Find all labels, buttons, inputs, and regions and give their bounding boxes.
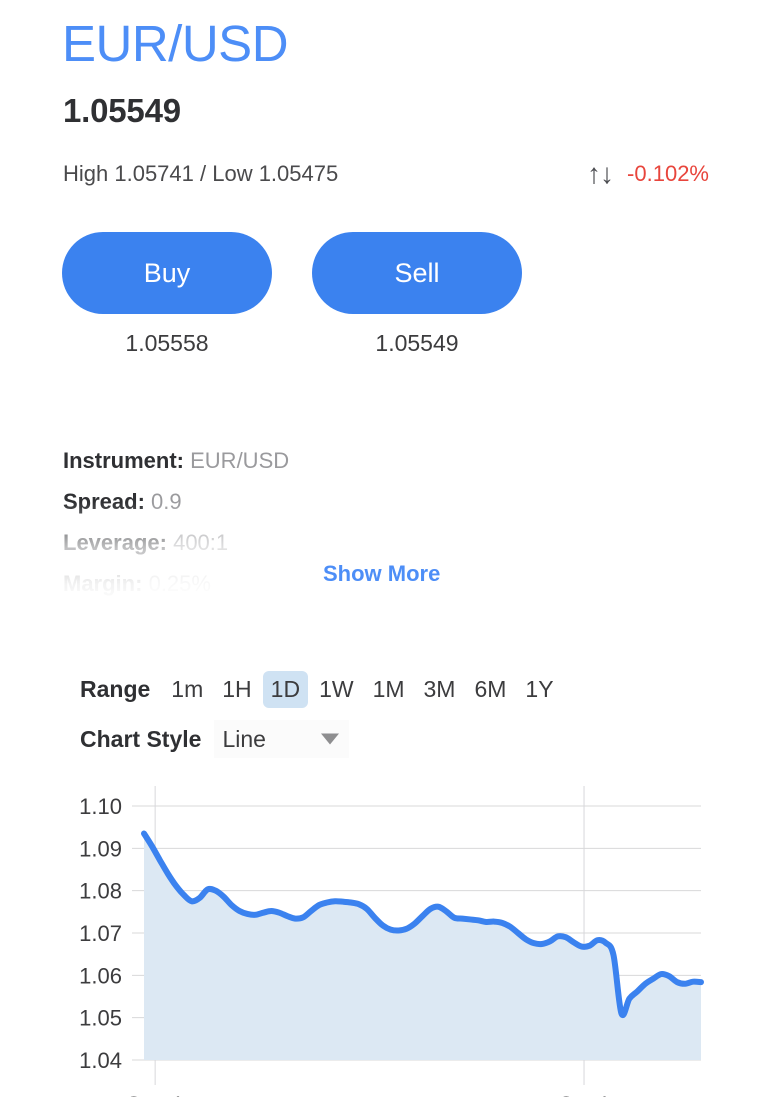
- chevron-down-icon: [321, 734, 339, 745]
- range-option-1h[interactable]: 1H: [214, 671, 259, 708]
- detail-value: 0.9: [151, 489, 182, 514]
- range-row: Range 1m 1H 1D 1W 1M 3M 6M 1Y: [80, 668, 740, 710]
- chart-style-row: Chart Style Line: [80, 718, 740, 760]
- change-group: ↑↓ -0.102%: [587, 160, 711, 188]
- trade-actions: Buy 1.05558 Sell 1.05549: [62, 232, 522, 357]
- detail-row: Leverage: 400:1: [63, 522, 393, 563]
- range-option-1mo[interactable]: 1M: [365, 671, 413, 708]
- range-option-1w[interactable]: 1W: [311, 671, 362, 708]
- buy-button[interactable]: Buy: [62, 232, 272, 314]
- y-axis-tick-label: 1.10: [79, 794, 122, 819]
- detail-label: Spread:: [63, 489, 145, 514]
- x-axis-tick-label: Sep 1: [126, 1092, 184, 1097]
- last-price: 1.05549: [63, 92, 181, 130]
- instrument-quote-page: EUR/USD 1.05549 High 1.05741 / Low 1.054…: [0, 0, 768, 1097]
- show-more-link[interactable]: Show More: [323, 561, 440, 587]
- chart-area-fill: [144, 834, 701, 1060]
- y-axis-tick-label: 1.06: [79, 963, 122, 988]
- detail-value: 400:1: [173, 530, 228, 555]
- y-axis-tick-label: 1.04: [79, 1048, 122, 1073]
- chart-style-value: Line: [214, 726, 265, 753]
- buy-price: 1.05558: [125, 330, 208, 357]
- detail-label: Margin:: [63, 571, 142, 596]
- arrow-up-icon: ↑: [587, 160, 600, 188]
- chart-controls: Range 1m 1H 1D 1W 1M 3M 6M 1Y Chart Styl…: [80, 668, 740, 760]
- arrow-down-icon: ↓: [600, 160, 613, 188]
- price-chart[interactable]: 1.10 1.09 1.08 1.07 1.06 1.05 1.04 Sep 1 Oct 1: [0, 780, 768, 1097]
- detail-row: Instrument: EUR/USD: [63, 440, 393, 481]
- detail-value: EUR/USD: [190, 448, 289, 473]
- y-axis-tick-label: 1.08: [79, 879, 122, 904]
- arrows-updown-icon: ↑↓: [587, 160, 613, 188]
- range-option-1d[interactable]: 1D: [263, 671, 308, 708]
- range-option-1m[interactable]: 1m: [163, 671, 211, 708]
- chart-style-select[interactable]: Line: [214, 720, 349, 758]
- high-low-row: High 1.05741 / Low 1.05475 ↑↓ -0.102%: [63, 157, 711, 191]
- sell-column: Sell 1.05549: [312, 232, 522, 357]
- detail-label: Instrument:: [63, 448, 184, 473]
- y-axis-tick-label: 1.07: [79, 921, 122, 946]
- page-title: EUR/USD: [62, 16, 288, 72]
- x-axis-tick-label: Oct 1: [558, 1092, 611, 1097]
- range-option-3m[interactable]: 3M: [416, 671, 464, 708]
- range-option-1y[interactable]: 1Y: [517, 671, 561, 708]
- high-low-text: High 1.05741 / Low 1.05475: [63, 161, 338, 187]
- instrument-details: Instrument: EUR/USD Spread: 0.9 Leverage…: [63, 440, 683, 600]
- detail-row: Spread: 0.9: [63, 481, 393, 522]
- change-percent: -0.102%: [627, 161, 709, 187]
- sell-button[interactable]: Sell: [312, 232, 522, 314]
- price-chart-svg: 1.10 1.09 1.08 1.07 1.06 1.05 1.04 Sep 1 Oct 1: [0, 780, 768, 1097]
- y-axis-tick-label: 1.09: [79, 836, 122, 861]
- detail-label: Leverage:: [63, 530, 167, 555]
- range-label: Range: [80, 676, 150, 703]
- range-options: 1m 1H 1D 1W 1M 3M 6M 1Y: [163, 671, 561, 708]
- range-option-6m[interactable]: 6M: [466, 671, 514, 708]
- chart-style-label: Chart Style: [80, 726, 201, 753]
- sell-price: 1.05549: [375, 330, 458, 357]
- detail-value: 0.25%: [149, 571, 211, 596]
- buy-column: Buy 1.05558: [62, 232, 272, 357]
- y-axis-tick-label: 1.05: [79, 1006, 122, 1031]
